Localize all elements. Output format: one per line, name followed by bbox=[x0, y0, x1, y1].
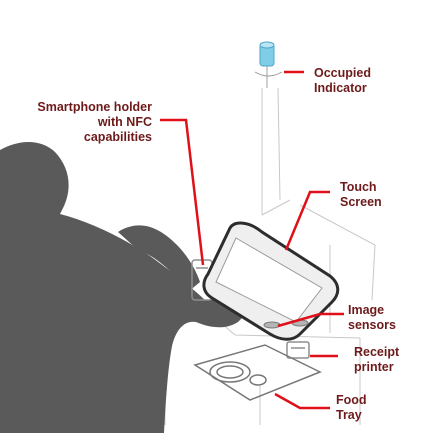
callout-food-tray bbox=[274, 392, 330, 410]
label-receipt-printer: Receipt printer bbox=[354, 345, 400, 374]
occupied-light-icon bbox=[254, 41, 283, 88]
label-smartphone-holder: Smartphone holder with NFC capabilities bbox=[37, 100, 152, 144]
label-touch-screen: Touch Screen bbox=[340, 180, 382, 209]
kiosk-diagram: Occupied Indicator Smartphone holder wit… bbox=[0, 0, 434, 433]
label-food-tray: Food Tray bbox=[336, 393, 367, 422]
label-image-sensors: Image sensors bbox=[348, 303, 396, 332]
food-tray-icon bbox=[193, 344, 322, 401]
callout-touch-screen bbox=[284, 190, 330, 251]
label-occupied-indicator: Occupied Indicator bbox=[314, 66, 371, 95]
receipt-printer-icon bbox=[286, 341, 310, 359]
